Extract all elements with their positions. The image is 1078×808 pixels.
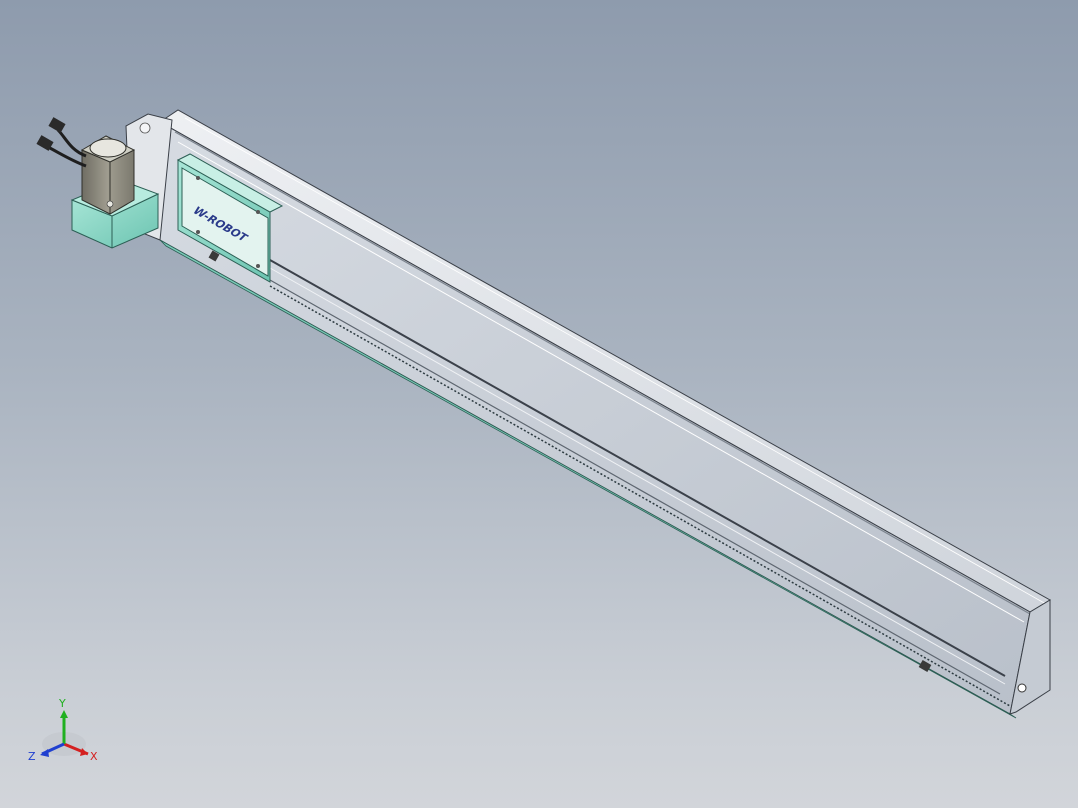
triad-y-label: Y — [58, 697, 66, 710]
end-cap-hole — [1017, 683, 1027, 693]
profile-groove-4 — [269, 267, 1006, 685]
profile-groove-6 — [184, 117, 1047, 605]
cad-model-view[interactable]: W-ROBOT — [0, 0, 1078, 808]
profile-top-face — [159, 109, 1051, 613]
profile-groove-2 — [177, 141, 1025, 623]
orientation-triad[interactable]: X Y Z — [24, 694, 108, 774]
servo-motor[interactable] — [80, 135, 136, 215]
profile-groove-3 — [269, 259, 1006, 677]
triad-x-label: X — [90, 750, 98, 763]
profile-groove-5 — [269, 279, 1001, 695]
profile-groove-1 — [174, 131, 1031, 615]
motor-cables[interactable] — [36, 117, 87, 168]
profile-bottom-strip — [159, 239, 1017, 719]
graphics-viewport[interactable]: W-ROBOT X Y Z — [0, 0, 1078, 808]
profile-front-face — [159, 121, 1031, 715]
connector-upper-icon — [48, 117, 66, 133]
linear-module-profile[interactable] — [159, 109, 1051, 719]
triad-z-label: Z — [28, 750, 36, 763]
